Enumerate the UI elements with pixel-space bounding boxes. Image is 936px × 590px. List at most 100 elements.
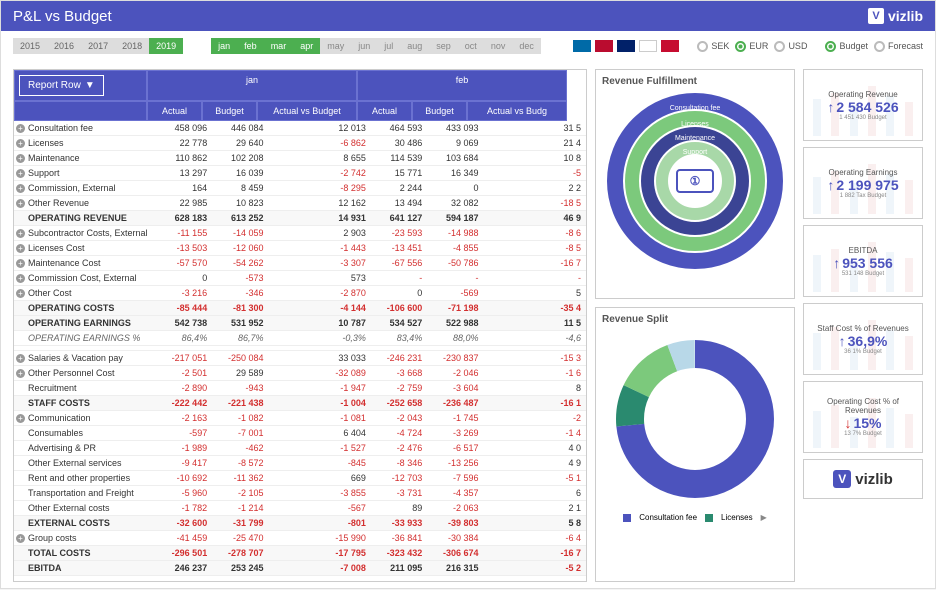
currency-usd[interactable]: USD — [774, 41, 807, 52]
flag-no[interactable] — [595, 40, 613, 52]
month-btn-nov[interactable]: nov — [484, 38, 513, 54]
table-row[interactable]: +Commission Cost, External0-573573--- — [14, 271, 586, 286]
table-row[interactable]: +Support13 29716 039-2 74215 77116 349-5 — [14, 166, 586, 181]
expand-icon[interactable]: + — [16, 154, 25, 163]
expand-icon[interactable]: + — [16, 124, 25, 133]
month-btn-apr[interactable]: apr — [293, 38, 320, 54]
table-row[interactable]: STAFF COSTS-222 442-221 438-1 004-252 65… — [14, 396, 586, 411]
table-row[interactable]: +Commission, External1648 459-8 2952 244… — [14, 181, 586, 196]
col-actual[interactable]: Actual — [147, 101, 202, 121]
table-row[interactable]: Consumables-597-7 0016 404-4 724-3 269-1… — [14, 426, 586, 441]
month-btn-jul[interactable]: jul — [377, 38, 400, 54]
kpi-card[interactable]: Operating Revenue↑2 584 5261 451 430 Bud… — [803, 69, 923, 141]
scenario-budget[interactable]: Budget — [825, 41, 868, 52]
expand-icon[interactable]: + — [16, 414, 25, 423]
table-row[interactable]: +Other Cost-3 216-346-2 8700-5695 — [14, 286, 586, 301]
kpi-card[interactable]: Operating Cost % of Revenues↓15%13 7% Bu… — [803, 381, 923, 453]
month-btn-dec[interactable]: dec — [512, 38, 541, 54]
month-btn-aug[interactable]: aug — [400, 38, 429, 54]
row-label: +Maintenance Cost — [14, 256, 156, 271]
flag-dk[interactable] — [661, 40, 679, 52]
legend-label-licenses: Licenses — [721, 513, 753, 522]
table-row[interactable]: +Other Revenue22 98510 82312 16213 49432… — [14, 196, 586, 211]
kpi-sublabel: 36 1% Budget — [844, 349, 882, 355]
flag-se[interactable] — [573, 40, 591, 52]
expand-icon[interactable]: + — [16, 369, 25, 378]
expand-icon[interactable]: + — [16, 289, 25, 298]
row-label: Rent and other properties — [14, 471, 156, 486]
table-row[interactable]: Rent and other properties-10 692-11 3626… — [14, 471, 586, 486]
table-row[interactable]: EXTERNAL COSTS-32 600-31 799-801-33 933-… — [14, 516, 586, 531]
expand-icon[interactable]: + — [16, 199, 25, 208]
col-avb[interactable]: Actual vs Budget — [257, 101, 357, 121]
row-label: Advertising & PR — [14, 441, 156, 456]
expand-icon[interactable]: + — [16, 229, 25, 238]
table-row[interactable]: +Consultation fee458 096446 08412 013464… — [14, 121, 586, 136]
table-row[interactable]: +Communication-2 163-1 082-1 081-2 043-1… — [14, 411, 586, 426]
expand-icon[interactable]: + — [16, 259, 25, 268]
flag-gb[interactable] — [617, 40, 635, 52]
kpi-card[interactable]: Staff Cost % of Revenues↑36,9%36 1% Budg… — [803, 303, 923, 375]
pnl-table-panel: Report Row ▼ jan feb Actual Budget Actua… — [13, 69, 587, 582]
table-row[interactable]: Recruitment-2 890-943-1 947-2 759-3 6048 — [14, 381, 586, 396]
month-btn-jun[interactable]: jun — [351, 38, 377, 54]
table-row[interactable]: OPERATING COSTS-85 444-81 300-4 144-106 … — [14, 301, 586, 316]
col-budget-2[interactable]: Budget — [412, 101, 467, 121]
table-row[interactable]: Advertising & PR-1 989-462-1 527-2 476-6… — [14, 441, 586, 456]
table-row[interactable]: +Salaries & Vacation pay-217 051-250 084… — [14, 351, 586, 366]
kpi-card[interactable]: Operating Earnings↑2 199 9751 882 Tax Bu… — [803, 147, 923, 219]
table-row[interactable]: +Maintenance110 862102 2088 655114 53910… — [14, 151, 586, 166]
expand-icon[interactable]: + — [16, 354, 25, 363]
col-avb-2[interactable]: Actual vs Budg — [467, 101, 567, 121]
expand-icon[interactable]: + — [16, 139, 25, 148]
expand-icon[interactable]: + — [16, 244, 25, 253]
year-btn-2017[interactable]: 2017 — [81, 38, 115, 54]
month-btn-may[interactable]: may — [320, 38, 351, 54]
table-row[interactable]: OPERATING EARNINGS %86,4%86,7%-0,3%83,4%… — [14, 331, 586, 346]
table-row[interactable]: EBITDA246 237253 245-7 008211 095216 315… — [14, 561, 586, 576]
vizlib-icon: V — [868, 8, 884, 24]
col-actual-2[interactable]: Actual — [357, 101, 412, 121]
table-row[interactable]: OPERATING REVENUE628 183613 25214 931641… — [14, 211, 586, 226]
month-btn-oct[interactable]: oct — [458, 38, 484, 54]
expand-icon[interactable]: + — [16, 184, 25, 193]
year-btn-2016[interactable]: 2016 — [47, 38, 81, 54]
currency-sek[interactable]: SEK — [697, 41, 729, 52]
concentric-rings-chart[interactable]: ① Consultation fee Licenses Maintenance … — [605, 91, 785, 271]
table-row[interactable]: Other External services-9 417-8 572-845-… — [14, 456, 586, 471]
flag-fi[interactable] — [639, 40, 657, 52]
table-row[interactable]: +Other Personnel Cost-2 50129 589-32 089… — [14, 366, 586, 381]
table-row[interactable]: +Licenses Cost-13 503-12 060-1 443-13 45… — [14, 241, 586, 256]
year-btn-2015[interactable]: 2015 — [13, 38, 47, 54]
report-row-dropdown[interactable]: Report Row ▼ — [19, 75, 104, 96]
expand-icon[interactable]: + — [16, 534, 25, 543]
year-btn-2019[interactable]: 2019 — [149, 38, 183, 54]
month-btn-mar[interactable]: mar — [264, 38, 294, 54]
expand-icon[interactable]: + — [16, 274, 25, 283]
table-row[interactable]: TOTAL COSTS-296 501-278 707-17 795-323 4… — [14, 546, 586, 561]
table-row[interactable]: +Licenses22 77829 640-6 86230 4869 06921… — [14, 136, 586, 151]
report-row-label: Report Row — [28, 80, 81, 91]
month-btn-jan[interactable]: jan — [211, 38, 237, 54]
table-row[interactable]: +Subcontractor Costs, External-11 155-14… — [14, 226, 586, 241]
month-btn-sep[interactable]: sep — [429, 38, 458, 54]
year-btn-2018[interactable]: 2018 — [115, 38, 149, 54]
table-row[interactable]: Other External costs-1 782-1 214-56789-2… — [14, 501, 586, 516]
kpi-label: Operating Cost % of Revenues — [808, 397, 918, 415]
table-row[interactable]: Transportation and Freight-5 960-2 105-3… — [14, 486, 586, 501]
month-btn-feb[interactable]: feb — [237, 38, 264, 54]
table-row[interactable]: +Group costs-41 459-25 470-15 990-36 841… — [14, 531, 586, 546]
expand-icon[interactable]: + — [16, 169, 25, 178]
currency-eur[interactable]: EUR — [735, 41, 768, 52]
legend-next-icon[interactable]: ▶ — [761, 513, 767, 522]
table-row[interactable]: +Maintenance Cost-57 570-54 262-3 307-67… — [14, 256, 586, 271]
table-row[interactable]: OPERATING EARNINGS542 738531 95210 78753… — [14, 316, 586, 331]
scenario-forecast[interactable]: Forecast — [874, 41, 923, 52]
row-label: +Other Cost — [14, 286, 156, 301]
col-budget[interactable]: Budget — [202, 101, 257, 121]
kpi-value: ↑953 556 — [833, 255, 893, 271]
donut-chart[interactable] — [605, 329, 785, 509]
row-label: +Maintenance — [14, 151, 156, 166]
kpi-card[interactable]: EBITDA↑953 556531 148 Budget — [803, 225, 923, 297]
row-label: +Group costs — [14, 531, 156, 546]
